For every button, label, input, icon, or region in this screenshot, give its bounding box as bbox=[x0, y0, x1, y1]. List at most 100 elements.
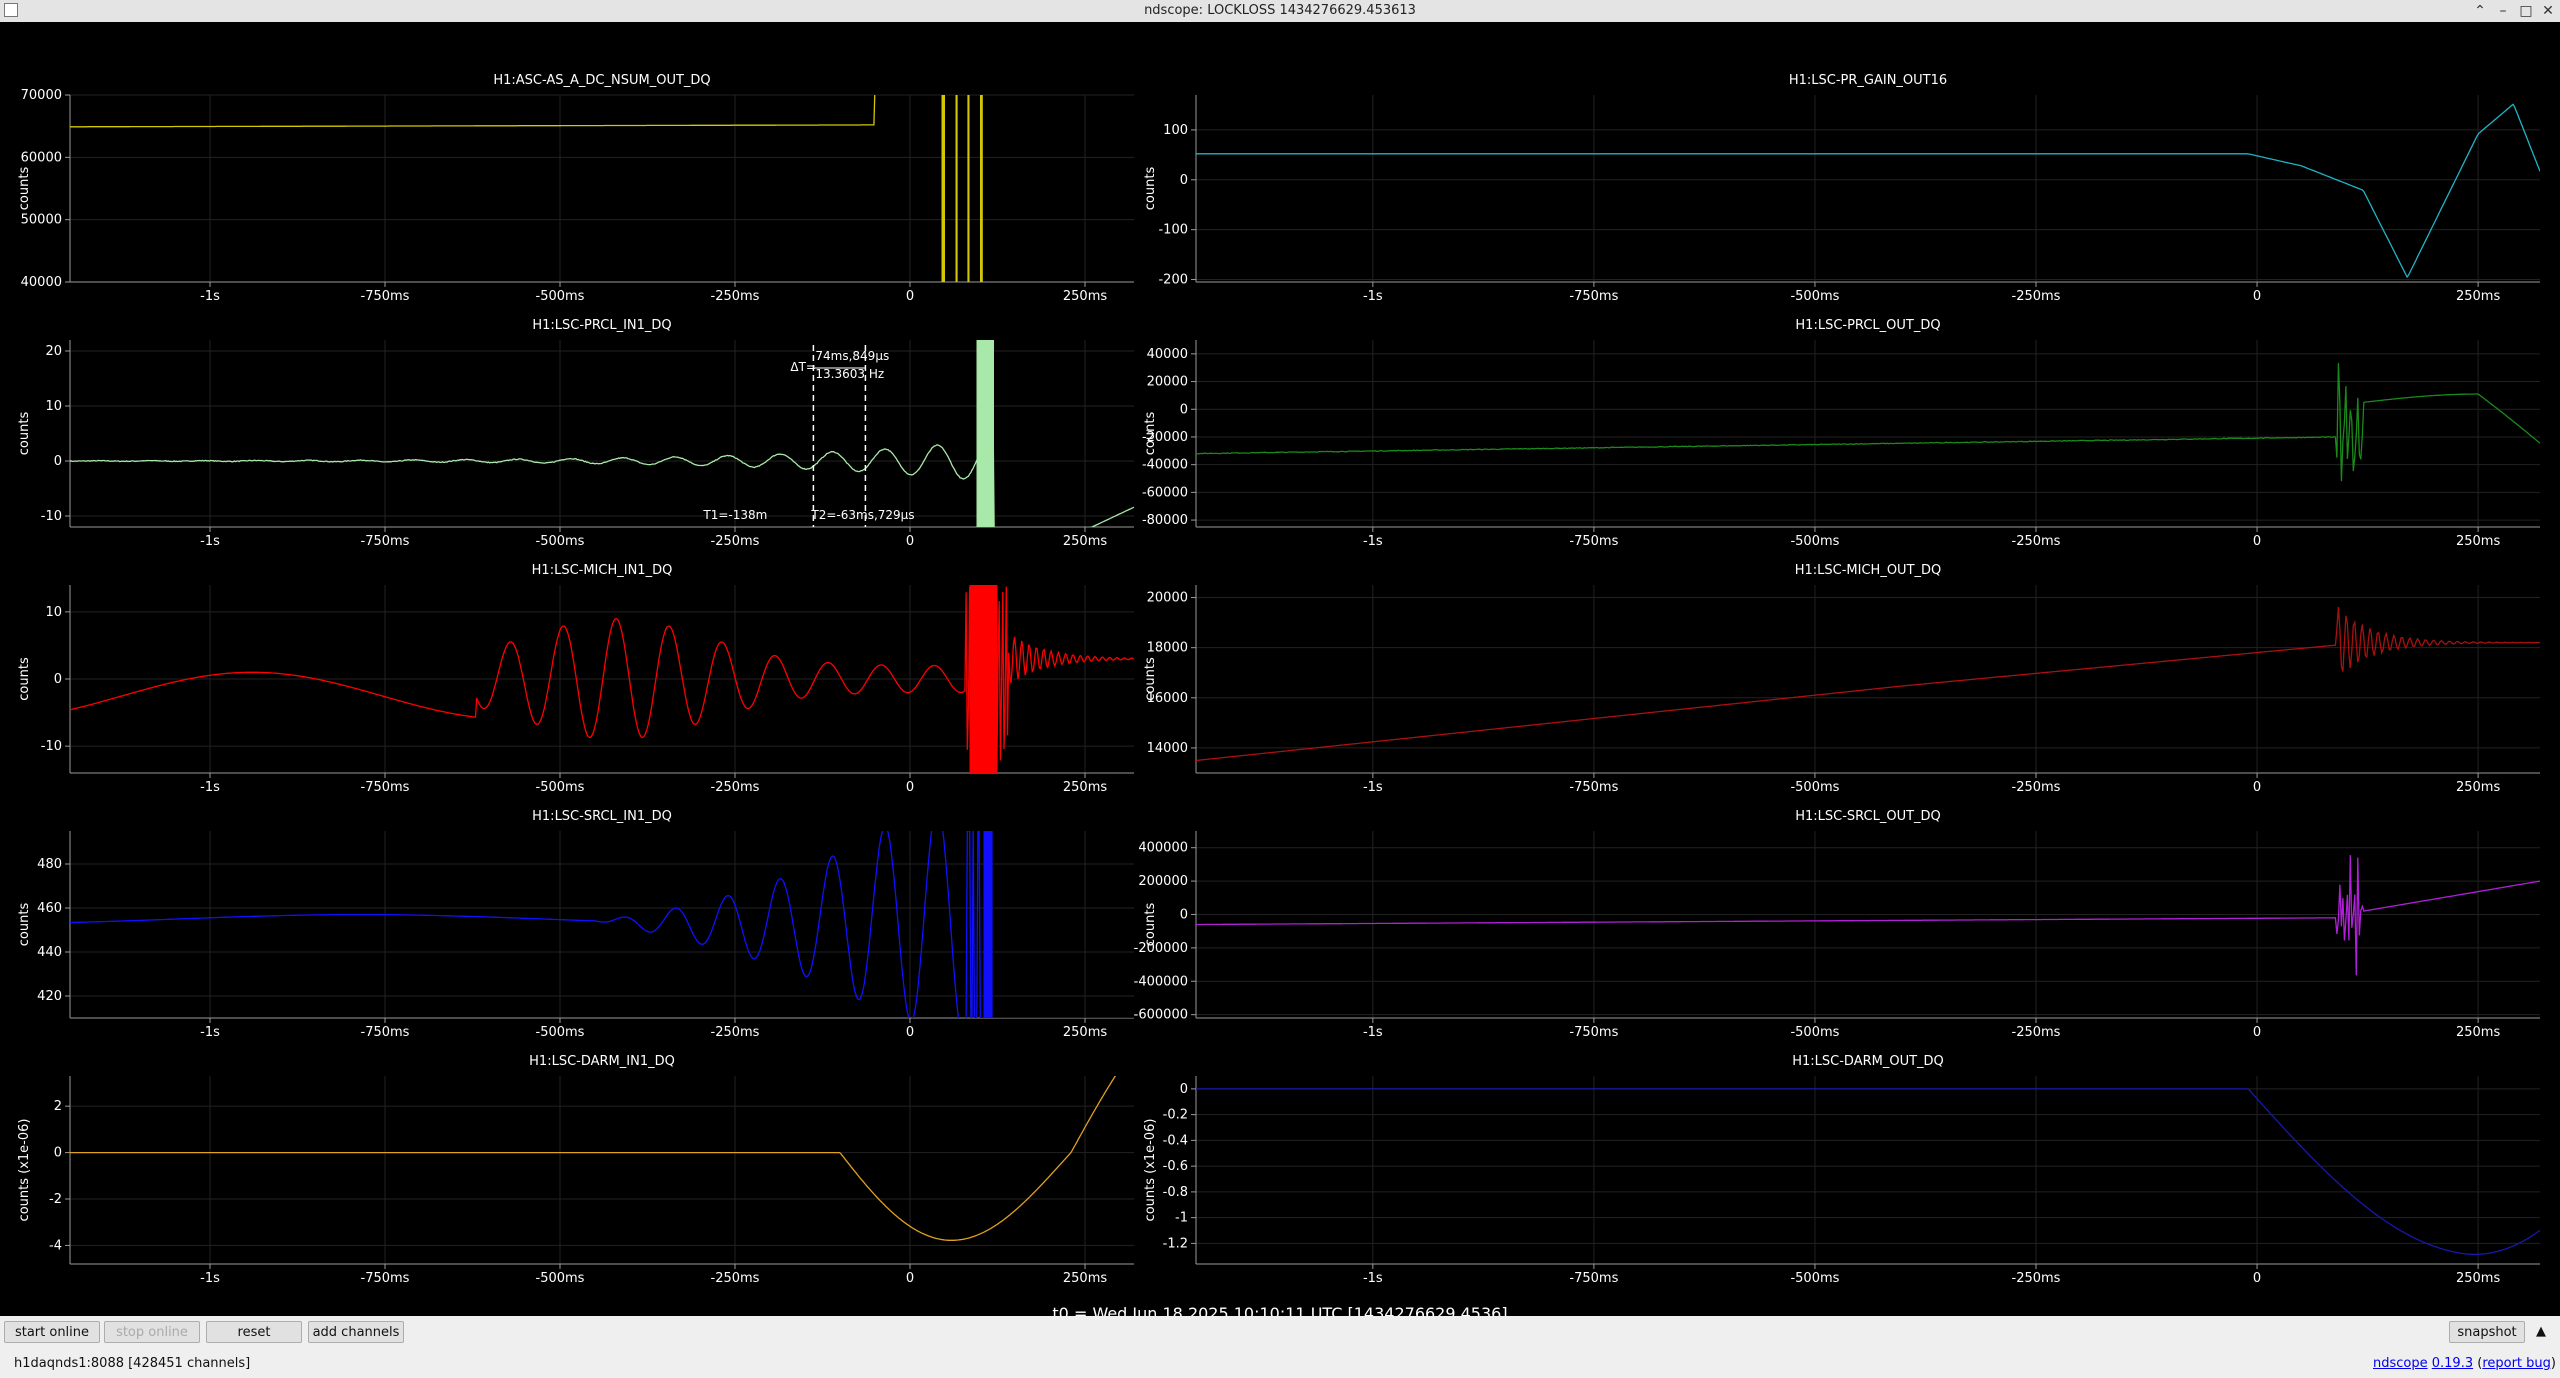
y-tick-label: 200000 bbox=[1138, 874, 1188, 889]
x-tick-label: 250ms bbox=[2456, 780, 2500, 795]
y-tick-label: 60000 bbox=[21, 150, 62, 165]
x-tick-label: -500ms bbox=[536, 534, 585, 549]
plot-title: H1:LSC-MICH_IN1_DQ bbox=[532, 563, 673, 578]
x-tick-label: -1s bbox=[200, 534, 220, 549]
x-tick-label: -1s bbox=[200, 780, 220, 795]
x-tick-label: 0 bbox=[2253, 534, 2261, 549]
series-line bbox=[1196, 1088, 2540, 1256]
x-tick-label: -1s bbox=[200, 1271, 220, 1286]
x-tick-label: -250ms bbox=[2012, 1271, 2061, 1286]
snapshot-button[interactable]: snapshot bbox=[2449, 1321, 2525, 1343]
y-tick-label: 40000 bbox=[21, 275, 62, 290]
app-name-link[interactable]: ndscope bbox=[2373, 1356, 2428, 1371]
plot-panel[interactable]: H1:LSC-DARM_OUT_DQcounts (x1e-06) -1s -750… bbox=[1143, 1054, 2540, 1286]
y-tick-label: 20000 bbox=[1147, 591, 1188, 606]
plot-grid: H1:ASC-AS_A_DC_NSUM_OUT_DQcounts -1s -750m… bbox=[17, 73, 2540, 1286]
x-tick-label: -1s bbox=[1363, 1025, 1383, 1040]
start-online-button[interactable]: start online bbox=[4, 1321, 100, 1343]
server-status: h1daqnds1:8088 [428451 channels] bbox=[14, 1356, 251, 1371]
plot-panel[interactable]: H1:LSC-SRCL_OUT_DQcounts -1s -750ms -500ms -… bbox=[1134, 809, 2540, 1040]
x-tick-label: 250ms bbox=[1063, 1271, 1107, 1286]
plot-panel[interactable]: H1:LSC-PRCL_IN1_DQcounts -1s -750ms -500ms -… bbox=[17, 318, 1134, 567]
x-tick-label: -250ms bbox=[2012, 1025, 2061, 1040]
chevron-up-icon[interactable]: ▲ bbox=[2529, 1321, 2553, 1343]
y-tick-label: -1.2 bbox=[1163, 1236, 1188, 1251]
y-tick-label: -10 bbox=[41, 509, 62, 524]
version-link[interactable]: 0.19.3 bbox=[2432, 1356, 2473, 1371]
series-line bbox=[70, 1076, 1117, 1241]
plot-panel[interactable]: H1:LSC-SRCL_IN1_DQcounts -1s -750ms -500ms -… bbox=[17, 807, 1134, 1040]
plot-panel[interactable]: H1:LSC-PR_GAIN_OUT16counts -1s -750ms -500m… bbox=[1143, 73, 2540, 304]
x-tick-label: -750ms bbox=[1569, 534, 1618, 549]
y-axis-label: counts bbox=[17, 903, 32, 947]
x-tick-label: -250ms bbox=[711, 1025, 760, 1040]
x-tick-label: -750ms bbox=[1569, 780, 1618, 795]
x-tick-label: -750ms bbox=[361, 1271, 410, 1286]
x-tick-label: 0 bbox=[906, 289, 914, 304]
x-tick-label: -750ms bbox=[361, 289, 410, 304]
maximize-button[interactable]: □ bbox=[2516, 1, 2536, 21]
y-tick-label: 0 bbox=[1180, 173, 1188, 188]
plot-title: H1:LSC-MICH_OUT_DQ bbox=[1795, 563, 1942, 578]
y-tick-label: 440 bbox=[37, 945, 62, 960]
x-tick-label: 250ms bbox=[2456, 289, 2500, 304]
plot-title: H1:LSC-PRCL_OUT_DQ bbox=[1795, 318, 1940, 333]
x-tick-label: 0 bbox=[906, 780, 914, 795]
x-tick-label: -500ms bbox=[1790, 534, 1839, 549]
x-tick-label: -1s bbox=[1363, 1271, 1383, 1286]
x-tick-label: 250ms bbox=[1063, 289, 1107, 304]
x-tick-label: -500ms bbox=[536, 1025, 585, 1040]
cursor-delta-prefix: ΔT= bbox=[790, 360, 816, 374]
add-channels-button[interactable]: add channels bbox=[308, 1321, 404, 1343]
plot-title: H1:LSC-SRCL_IN1_DQ bbox=[532, 809, 672, 824]
x-tick-label: -500ms bbox=[1790, 1271, 1839, 1286]
y-tick-label: -10 bbox=[41, 739, 62, 754]
stop-online-button[interactable]: stop online bbox=[104, 1321, 200, 1343]
x-tick-label: -1s bbox=[1363, 780, 1383, 795]
y-tick-label: 16000 bbox=[1147, 691, 1188, 706]
y-tick-label: 460 bbox=[37, 901, 62, 916]
y-tick-label: -20000 bbox=[1142, 430, 1188, 445]
plot-panel[interactable]: H1:ASC-AS_A_DC_NSUM_OUT_DQcounts -1s -750m… bbox=[17, 73, 1134, 304]
y-tick-label: 2 bbox=[54, 1099, 62, 1114]
x-tick-label: -250ms bbox=[2012, 534, 2061, 549]
report-bug-link[interactable]: report bug bbox=[2482, 1356, 2551, 1371]
x-tick-label: -1s bbox=[200, 289, 220, 304]
x-tick-label: -1s bbox=[1363, 534, 1383, 549]
y-tick-label: 14000 bbox=[1147, 741, 1188, 756]
plot-area: H1:ASC-AS_A_DC_NSUM_OUT_DQ counts -1s -750m… bbox=[0, 22, 2560, 1323]
x-tick-label: 0 bbox=[2253, 780, 2261, 795]
x-tick-label: -500ms bbox=[536, 780, 585, 795]
y-axis-label: counts bbox=[17, 412, 32, 456]
x-tick-label: 0 bbox=[2253, 1025, 2261, 1040]
y-tick-label: -80000 bbox=[1142, 513, 1188, 528]
y-tick-label: 480 bbox=[37, 857, 62, 872]
x-tick-label: -750ms bbox=[1569, 289, 1618, 304]
reset-button[interactable]: reset bbox=[206, 1321, 302, 1343]
y-axis-label: counts bbox=[1143, 903, 1158, 947]
y-tick-label: -0.2 bbox=[1163, 1108, 1188, 1123]
x-tick-label: -250ms bbox=[711, 1271, 760, 1286]
x-tick-label: 0 bbox=[906, 1025, 914, 1040]
burst-band bbox=[980, 95, 983, 282]
y-tick-label: -60000 bbox=[1142, 485, 1188, 500]
y-tick-label: -200 bbox=[1158, 273, 1188, 288]
minimize-button[interactable]: – bbox=[2493, 1, 2513, 21]
series-line bbox=[1196, 606, 2540, 762]
y-axis-label: counts bbox=[17, 167, 32, 211]
plot-panel[interactable]: H1:LSC-PRCL_OUT_DQcounts-1s -750ms -500ms -… bbox=[1142, 318, 2540, 549]
chevron-up-icon[interactable]: ⌃ bbox=[2470, 1, 2490, 21]
close-button[interactable]: ✕ bbox=[2538, 1, 2558, 21]
x-tick-label: -250ms bbox=[2012, 289, 2061, 304]
plot-title: H1:LSC-PRCL_IN1_DQ bbox=[532, 318, 671, 333]
plot-panel[interactable]: H1:LSC-DARM_IN1_DQcounts (x1e-06) -1s -750… bbox=[17, 1048, 1134, 1286]
x-tick-label: 250ms bbox=[1063, 780, 1107, 795]
y-tick-label: 0 bbox=[1180, 402, 1188, 417]
plot-panel[interactable]: H1:LSC-MICH_IN1_DQcounts -1s -750ms -500ms -… bbox=[17, 563, 1134, 795]
cursor-t1: T1=-138m bbox=[702, 508, 767, 522]
x-tick-label: -1s bbox=[1363, 289, 1383, 304]
x-tick-label: 250ms bbox=[1063, 534, 1107, 549]
y-tick-label: -40000 bbox=[1142, 458, 1188, 473]
plot-panel[interactable]: H1:LSC-MICH_OUT_DQcounts-1s -750ms -500ms -… bbox=[1143, 563, 2540, 795]
y-tick-label: 400000 bbox=[1138, 841, 1188, 856]
